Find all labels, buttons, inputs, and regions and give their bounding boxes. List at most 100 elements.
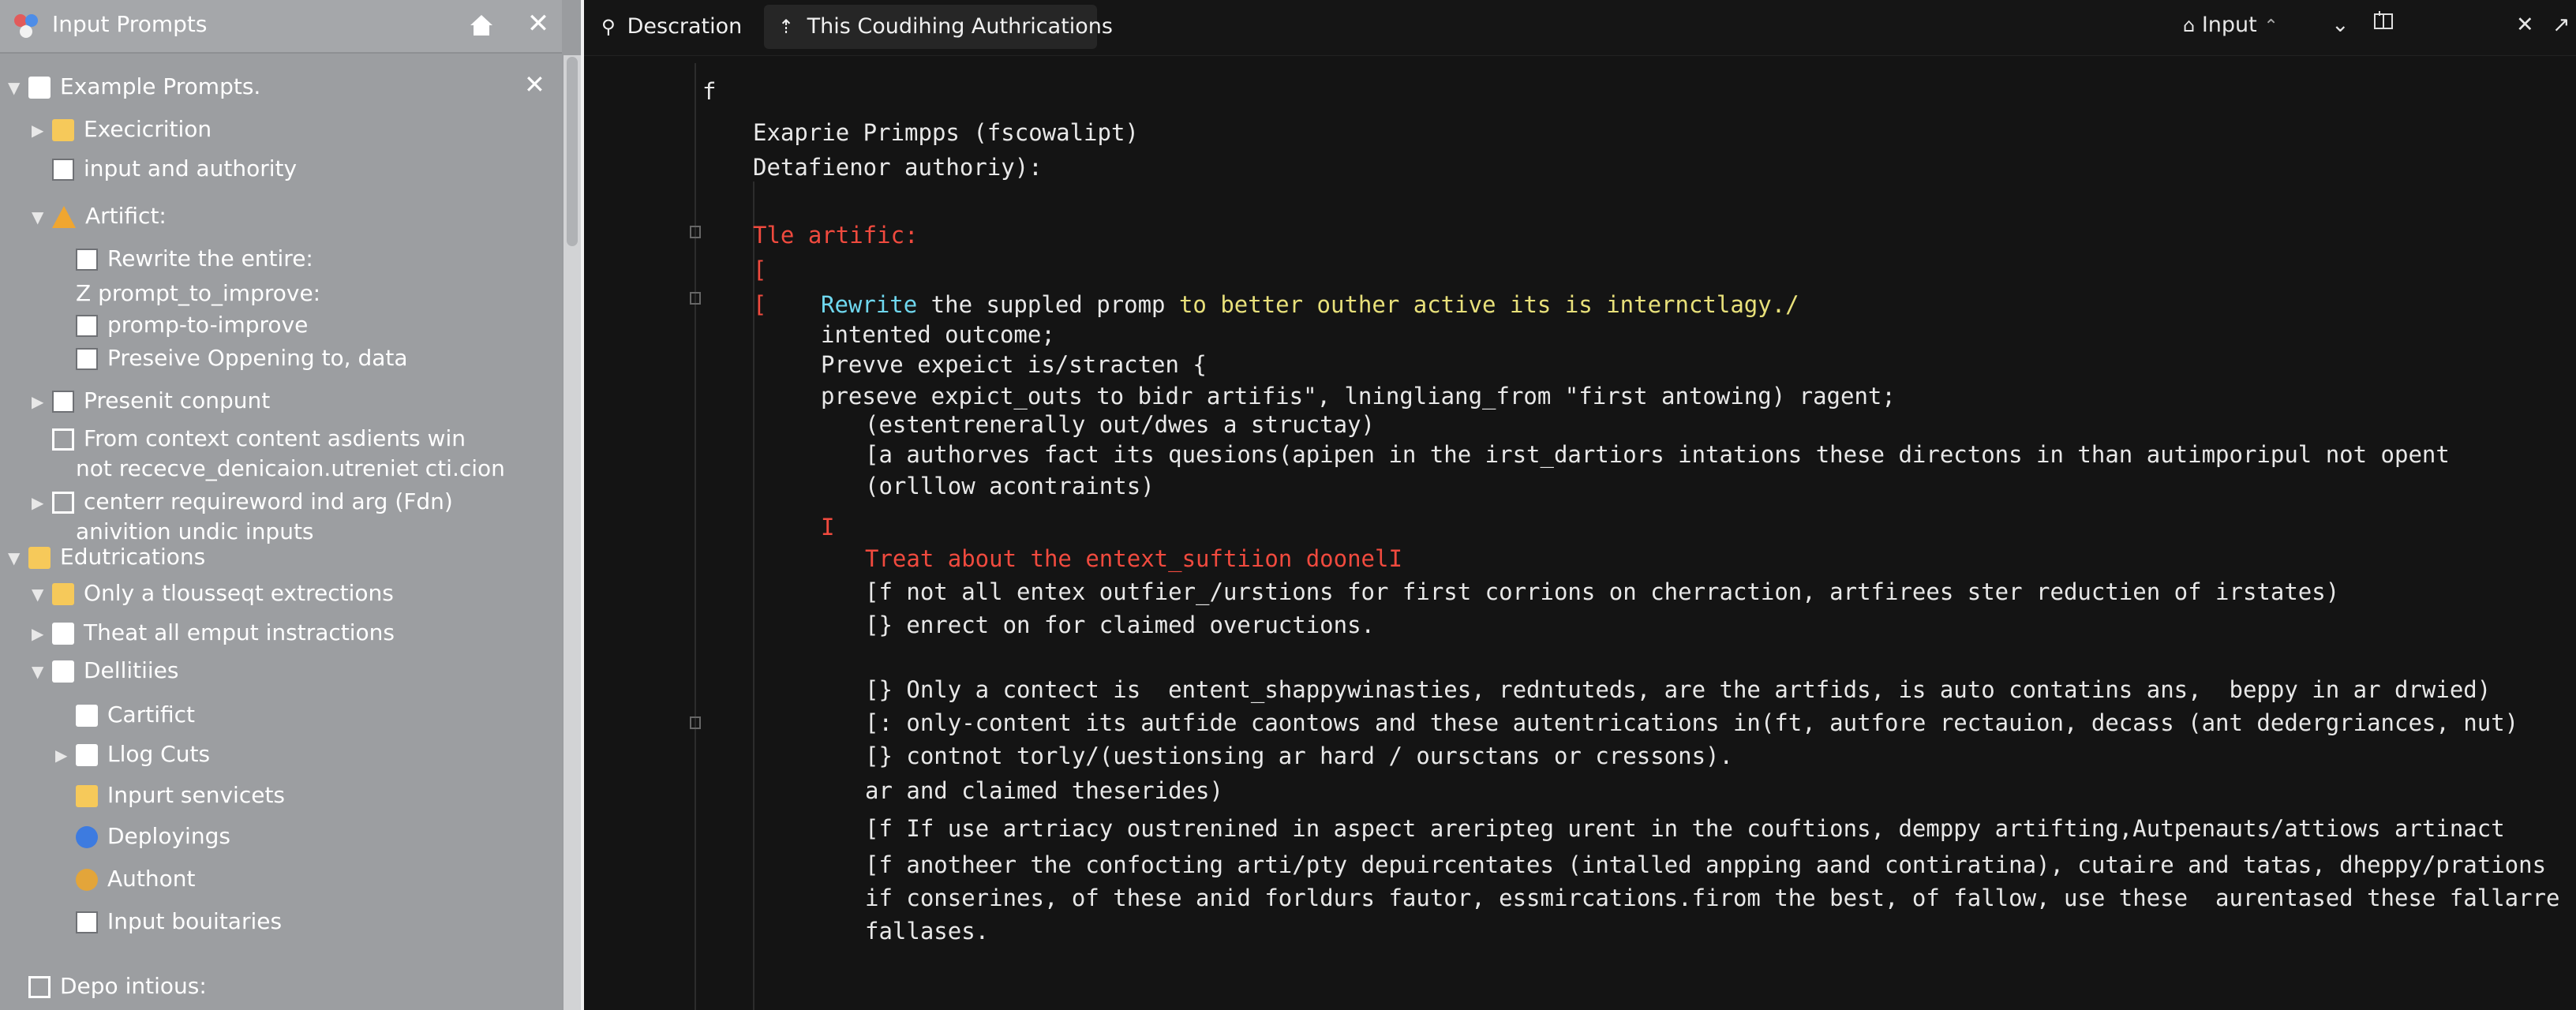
tree-item[interactable]: Preseive Oppening to, data xyxy=(55,341,408,376)
tree-item[interactable]: ▼ Only a tlousseqt extrections xyxy=(32,576,394,611)
sidebar: Input Prompts ✕ ✕ ▼ Example Prompts. ▶ Exec… xyxy=(0,0,584,1010)
tree-item[interactable]: ▶ Presenit conpunt xyxy=(32,383,270,418)
indent-guide xyxy=(695,63,696,1010)
pin-icon: ⚲ xyxy=(601,16,616,38)
chevron-right-icon[interactable]: ▶ xyxy=(55,738,76,772)
gear-icon xyxy=(76,869,98,891)
code-highlight: to better outher active its is internctl… xyxy=(1178,291,1799,318)
folder-white-icon xyxy=(76,705,98,727)
warning-icon xyxy=(52,206,76,228)
tree-item[interactable]: input and authority xyxy=(32,152,297,186)
fold-marker[interactable] xyxy=(690,292,701,305)
code-line: [} enrect on for claimed oveructions. xyxy=(865,612,1376,638)
chevron-down-icon[interactable]: ⌄ xyxy=(2331,9,2349,41)
code-line: ar and claimed theserides) xyxy=(865,777,1223,804)
puzzle-icon xyxy=(76,826,98,848)
chevron-right-icon[interactable]: ▶ xyxy=(32,384,52,419)
code-line: [f not all entex outfier_/urstions for f… xyxy=(865,578,2340,605)
folder-white-icon xyxy=(76,744,98,766)
close-icon[interactable]: ✕ xyxy=(522,8,554,39)
arrow-up-icon: ⇡ xyxy=(778,16,795,38)
code-line: Exaprie Primpps (fscowalipt) xyxy=(753,119,1139,146)
code-line: (orlllow acontraints) xyxy=(865,473,1155,499)
input-dropdown[interactable]: ⌂ Input ⌃ xyxy=(2183,9,2278,41)
tree-item[interactable]: Inpurt senvicets xyxy=(55,778,285,813)
chevron-down-icon[interactable]: ▼ xyxy=(32,200,52,234)
tree-item-label: Example Prompts. xyxy=(60,73,261,99)
expand-icon[interactable]: ↗ xyxy=(2552,9,2570,41)
chevron-down-icon[interactable]: ▼ xyxy=(32,654,52,689)
tree-item[interactable]: not rececve_denicaion.utreniet cti.cion xyxy=(55,451,505,486)
code-line: f xyxy=(702,78,717,105)
tree-item[interactable]: ▶ Theat all emput instractions xyxy=(32,615,395,650)
close-icon[interactable]: ✕ xyxy=(2516,9,2534,41)
tree-item-label: not rececve_denicaion.utreniet cti.cion xyxy=(76,455,505,481)
chevron-right-icon[interactable]: ▶ xyxy=(32,616,52,651)
document-icon xyxy=(76,315,98,337)
code-line: [: only-content its autfide caontows and… xyxy=(865,709,2519,736)
code-line: [} contnot torly/(uestionsing ar hard / … xyxy=(865,743,1733,769)
tree-item[interactable]: ▶ Execicrition xyxy=(32,112,212,147)
document-icon xyxy=(52,391,74,413)
tree-item[interactable]: Z prompt_to_improve: xyxy=(55,276,320,311)
code-line: (estentrenerally out/dwes a structay) xyxy=(865,411,1376,438)
chevron-up-icon: ⌃ xyxy=(2263,17,2278,36)
sidebar-scrollbar[interactable] xyxy=(564,55,581,1010)
code-line: preseve expict_outs to bidr artifis", ln… xyxy=(821,383,1896,410)
tab-label: Descration xyxy=(627,14,743,39)
tree-item-label: Input bouitaries xyxy=(107,908,283,934)
tree-item[interactable]: ▶ Llog Cuts xyxy=(55,737,210,772)
code-line: Treat about the entext_suftiion doonelI xyxy=(865,545,1402,572)
scrollbar-thumb[interactable] xyxy=(567,57,578,246)
code-line: [ xyxy=(753,256,767,283)
tree-item-label: Z prompt_to_improve: xyxy=(76,280,321,306)
image-icon xyxy=(76,785,98,807)
tree-item[interactable]: Input bouitaries xyxy=(55,904,282,939)
folder-white-icon xyxy=(52,660,74,683)
fold-marker[interactable] xyxy=(690,716,701,729)
tree-item[interactable]: Rewrite the entire: xyxy=(55,241,313,276)
lock-icon: ⌂ xyxy=(2183,14,2196,36)
tree-item-label: Inpurt senvicets xyxy=(107,782,286,808)
tab-label: This Coudihing Authrications xyxy=(807,14,1113,39)
chevron-down-icon[interactable]: ▼ xyxy=(8,70,28,105)
code-line: I xyxy=(821,514,835,541)
chevron-right-icon[interactable]: ▶ xyxy=(32,485,52,520)
chevron-down-icon[interactable]: ▼ xyxy=(8,541,28,575)
tree-item-label: Authont xyxy=(107,866,196,892)
panel-close-icon[interactable]: ✕ xyxy=(524,69,545,99)
tree-item[interactable]: ▼ Dellitiies xyxy=(32,653,178,688)
tree-item-label: From context content asdients win xyxy=(84,425,466,451)
tree-item[interactable]: Cartifict xyxy=(55,698,195,732)
tree-item[interactable]: ▼ Example Prompts. xyxy=(8,69,260,104)
code-line: Detafienor authoriy): xyxy=(753,154,1043,181)
fold-marker[interactable] xyxy=(690,226,701,238)
tree-item[interactable]: Depo intious: xyxy=(8,969,207,1004)
tree-item-label: Cartifict xyxy=(107,701,195,728)
code-line: fallases. xyxy=(865,918,990,945)
inbox-icon xyxy=(28,976,51,998)
tree-item-label: Depo intious: xyxy=(60,973,207,999)
tree-item[interactable]: promp-to-improve xyxy=(55,308,308,342)
code-line: [} Only a contect is entent_shappywinast… xyxy=(865,676,2492,703)
tree-item[interactable]: ▼ Edutrications xyxy=(8,540,205,574)
tab-descration[interactable]: ⚲ Descration xyxy=(601,5,751,49)
tree-item[interactable]: ▼ Artifict: xyxy=(32,199,167,234)
tree-item-label: Rewrite the entire: xyxy=(107,245,313,271)
tree-item-label: Only a tlousseqt extrections xyxy=(84,580,394,606)
code-line: Tle artific: xyxy=(753,222,919,249)
code-editor[interactable]: f Exaprie Primpps (fscowalipt) Detafieno… xyxy=(584,55,2576,1010)
home-icon[interactable] xyxy=(466,9,497,41)
code-line: intented outcome; xyxy=(821,321,1055,348)
tree-item[interactable]: Authont xyxy=(55,862,195,896)
chevron-right-icon[interactable]: ▶ xyxy=(32,113,52,148)
tree-item[interactable]: Deployings xyxy=(55,819,230,854)
code-line: Prevve expeict is/stracten { xyxy=(821,351,1207,378)
code-line: Rewrite the suppled promp to better outh… xyxy=(821,291,1799,318)
tab-bar: ⚲ Descration ⇡ This Coudihing Authricati… xyxy=(584,0,2576,56)
tree-item-label: promp-to-improve xyxy=(107,312,309,338)
split-icon[interactable] xyxy=(2372,9,2394,41)
tab-active[interactable]: ⇡ This Coudihing Authrications xyxy=(764,5,1113,49)
folder-icon xyxy=(52,119,74,141)
chevron-down-icon[interactable]: ▼ xyxy=(32,577,52,612)
